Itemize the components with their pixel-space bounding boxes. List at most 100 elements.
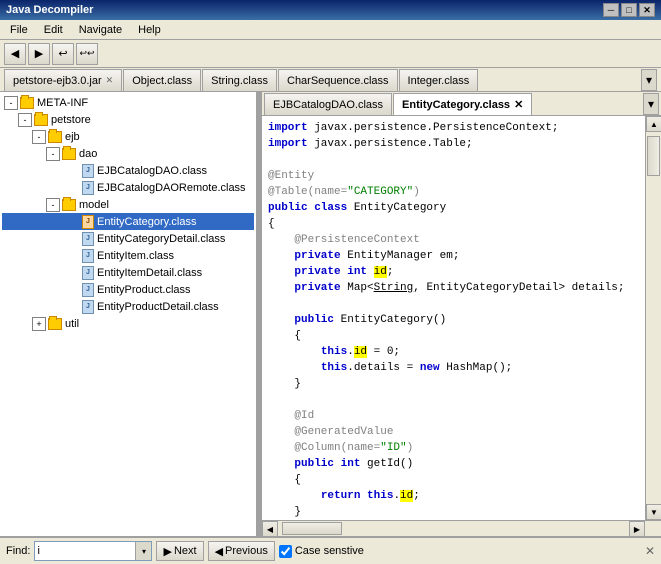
scrollbar-right-button[interactable]: ▶ bbox=[629, 521, 645, 536]
tree-node-entityitemdetail[interactable]: - J EntityItemDetail.class bbox=[2, 264, 254, 281]
h-scrollbar-thumb[interactable] bbox=[282, 522, 342, 535]
tree-node-petstore[interactable]: - petstore bbox=[2, 111, 254, 128]
menu-file[interactable]: File bbox=[4, 22, 34, 38]
expander-petstore[interactable]: - bbox=[18, 113, 32, 127]
tree-node-ejbcatalogdaoremote[interactable]: - J EJBCatalogDAORemote.class bbox=[2, 179, 254, 196]
code-line-3 bbox=[268, 152, 639, 168]
menu-help[interactable]: Help bbox=[132, 22, 167, 38]
expander-ejb[interactable]: - bbox=[32, 130, 46, 144]
file-icon-entityitem: J bbox=[82, 249, 94, 263]
toolbar-forward-button[interactable]: ▶ bbox=[28, 43, 50, 65]
expander-util[interactable]: + bbox=[32, 317, 46, 331]
code-line-2: import javax.persistence.Table; bbox=[268, 136, 639, 152]
title-bar: Java Decompiler ─ □ ✕ bbox=[0, 0, 661, 20]
find-input-dropdown[interactable]: ▾ bbox=[135, 542, 151, 560]
expander-model[interactable]: - bbox=[46, 198, 60, 212]
vertical-scrollbar[interactable]: ▲ ▼ bbox=[645, 116, 661, 520]
inner-tab-dropdown[interactable]: ▾ bbox=[643, 93, 659, 115]
inner-tab-bar: EJBCatalogDAO.class EntityCategory.class… bbox=[262, 92, 661, 116]
file-icon-entityproduct: J bbox=[82, 283, 94, 297]
case-sensitive-label: Case senstive bbox=[279, 545, 364, 558]
maximize-button[interactable]: □ bbox=[621, 3, 637, 17]
tree-node-meta-inf[interactable]: - META-INF bbox=[2, 94, 254, 111]
tree-node-entitycategorydetail[interactable]: - J EntityCategoryDetail.class bbox=[2, 230, 254, 247]
folder-icon-ejb bbox=[48, 131, 62, 143]
tab-petstore-jar[interactable]: petstore-ejb3.0.jar ✕ bbox=[4, 69, 122, 91]
menu-edit[interactable]: Edit bbox=[38, 22, 69, 38]
folder-icon-model bbox=[62, 199, 76, 211]
code-line-22: public int getId() bbox=[268, 456, 639, 472]
h-scrollbar-track[interactable] bbox=[278, 521, 629, 536]
expander-meta-inf[interactable]: - bbox=[4, 96, 18, 110]
top-tab-bar: petstore-ejb3.0.jar ✕ Object.class Strin… bbox=[0, 68, 661, 92]
inner-tab-entitycategory-close[interactable]: ✕ bbox=[514, 98, 523, 111]
app-title: Java Decompiler bbox=[6, 4, 93, 16]
toolbar: ◀ ▶ ↩ ↩↩ bbox=[0, 40, 661, 68]
top-tab-dropdown[interactable]: ▾ bbox=[641, 69, 657, 91]
code-line-1: import javax.persistence.PersistenceCont… bbox=[268, 120, 639, 136]
tree-node-entityitem[interactable]: - J EntityItem.class bbox=[2, 247, 254, 264]
minimize-button[interactable]: ─ bbox=[603, 3, 619, 17]
toolbar-redo-button[interactable]: ↩↩ bbox=[76, 43, 98, 65]
tree-label-ejbcatalogdao: EJBCatalogDAO.class bbox=[97, 165, 207, 177]
file-icon-ejbcatalogdao: J bbox=[82, 164, 94, 178]
scrollbar-corner bbox=[645, 521, 661, 536]
tree-node-ejb[interactable]: - ejb bbox=[2, 128, 254, 145]
code-line-25: } bbox=[268, 504, 639, 520]
find-next-button[interactable]: ▶ Next bbox=[156, 541, 203, 561]
folder-icon-util bbox=[48, 318, 62, 330]
code-line-4: @Entity bbox=[268, 168, 639, 184]
find-input[interactable] bbox=[35, 542, 135, 560]
find-prev-button[interactable]: ◀ Previous bbox=[208, 541, 275, 561]
tree-panel: - META-INF - petstore - ejb - dao - J EJ… bbox=[0, 92, 258, 536]
tree-label-model: model bbox=[79, 199, 109, 211]
tree-node-model[interactable]: - model bbox=[2, 196, 254, 213]
scrollbar-left-button[interactable]: ◀ bbox=[262, 521, 278, 536]
case-sensitive-text: Case senstive bbox=[295, 545, 364, 557]
toolbar-back-button[interactable]: ◀ bbox=[4, 43, 26, 65]
file-icon-ejbcatalogdaoremote: J bbox=[82, 181, 94, 195]
right-panel: EJBCatalogDAO.class EntityCategory.class… bbox=[262, 92, 661, 536]
find-input-container: ▾ bbox=[34, 541, 152, 561]
tab-charsequence-class-label: CharSequence.class bbox=[287, 75, 389, 87]
code-line-10: private int id; bbox=[268, 264, 639, 280]
scrollbar-down-button[interactable]: ▼ bbox=[646, 504, 661, 520]
scrollbar-thumb[interactable] bbox=[647, 136, 660, 176]
tree-node-entitycategory[interactable]: - J EntityCategory.class bbox=[2, 213, 254, 230]
expander-dao[interactable]: - bbox=[46, 147, 60, 161]
tab-string-class-label: String.class bbox=[211, 75, 268, 87]
tree-node-ejbcatalogdao[interactable]: - J EJBCatalogDAO.class bbox=[2, 162, 254, 179]
file-icon-entitycategorydetail: J bbox=[82, 232, 94, 246]
tree-node-util[interactable]: + util bbox=[2, 315, 254, 332]
tab-petstore-jar-close[interactable]: ✕ bbox=[106, 75, 114, 86]
toolbar-undo-button[interactable]: ↩ bbox=[52, 43, 74, 65]
tree-label-entityitem: EntityItem.class bbox=[97, 250, 174, 262]
tree-label-ejb: ejb bbox=[65, 131, 80, 143]
tab-object-class[interactable]: Object.class bbox=[123, 69, 201, 91]
inner-tab-entitycategory[interactable]: EntityCategory.class ✕ bbox=[393, 93, 532, 115]
find-close-button[interactable]: ✕ bbox=[645, 544, 655, 558]
tree-label-ejbcatalogdaoremote: EJBCatalogDAORemote.class bbox=[97, 182, 246, 194]
main-area: - META-INF - petstore - ejb - dao - J EJ… bbox=[0, 92, 661, 536]
inner-tab-entitycategory-label: EntityCategory.class bbox=[402, 99, 510, 111]
code-line-12 bbox=[268, 296, 639, 312]
tree-label-entityproduct: EntityProduct.class bbox=[97, 284, 191, 296]
tab-string-class[interactable]: String.class bbox=[202, 69, 277, 91]
tree-node-dao[interactable]: - dao bbox=[2, 145, 254, 162]
code-line-15: this.id = 0; bbox=[268, 344, 639, 360]
tab-charsequence-class[interactable]: CharSequence.class bbox=[278, 69, 398, 91]
tab-integer-class-label: Integer.class bbox=[408, 75, 470, 87]
tree-node-entityproduct[interactable]: - J EntityProduct.class bbox=[2, 281, 254, 298]
case-sensitive-checkbox[interactable] bbox=[279, 545, 292, 558]
horizontal-scrollbar-row: ◀ ▶ bbox=[262, 520, 661, 536]
scrollbar-up-button[interactable]: ▲ bbox=[646, 116, 661, 132]
scrollbar-track[interactable] bbox=[646, 132, 661, 504]
code-line-11: private Map<String, EntityCategoryDetail… bbox=[268, 280, 639, 296]
code-line-16: this.details = new HashMap(); bbox=[268, 360, 639, 376]
menu-navigate[interactable]: Navigate bbox=[73, 22, 128, 38]
close-button[interactable]: ✕ bbox=[639, 3, 655, 17]
tree-node-entityproductdetail[interactable]: - J EntityProductDetail.class bbox=[2, 298, 254, 315]
tab-integer-class[interactable]: Integer.class bbox=[399, 69, 479, 91]
inner-tab-ejbcatalogdao[interactable]: EJBCatalogDAO.class bbox=[264, 93, 392, 115]
file-icon-entityitemdetail: J bbox=[82, 266, 94, 280]
